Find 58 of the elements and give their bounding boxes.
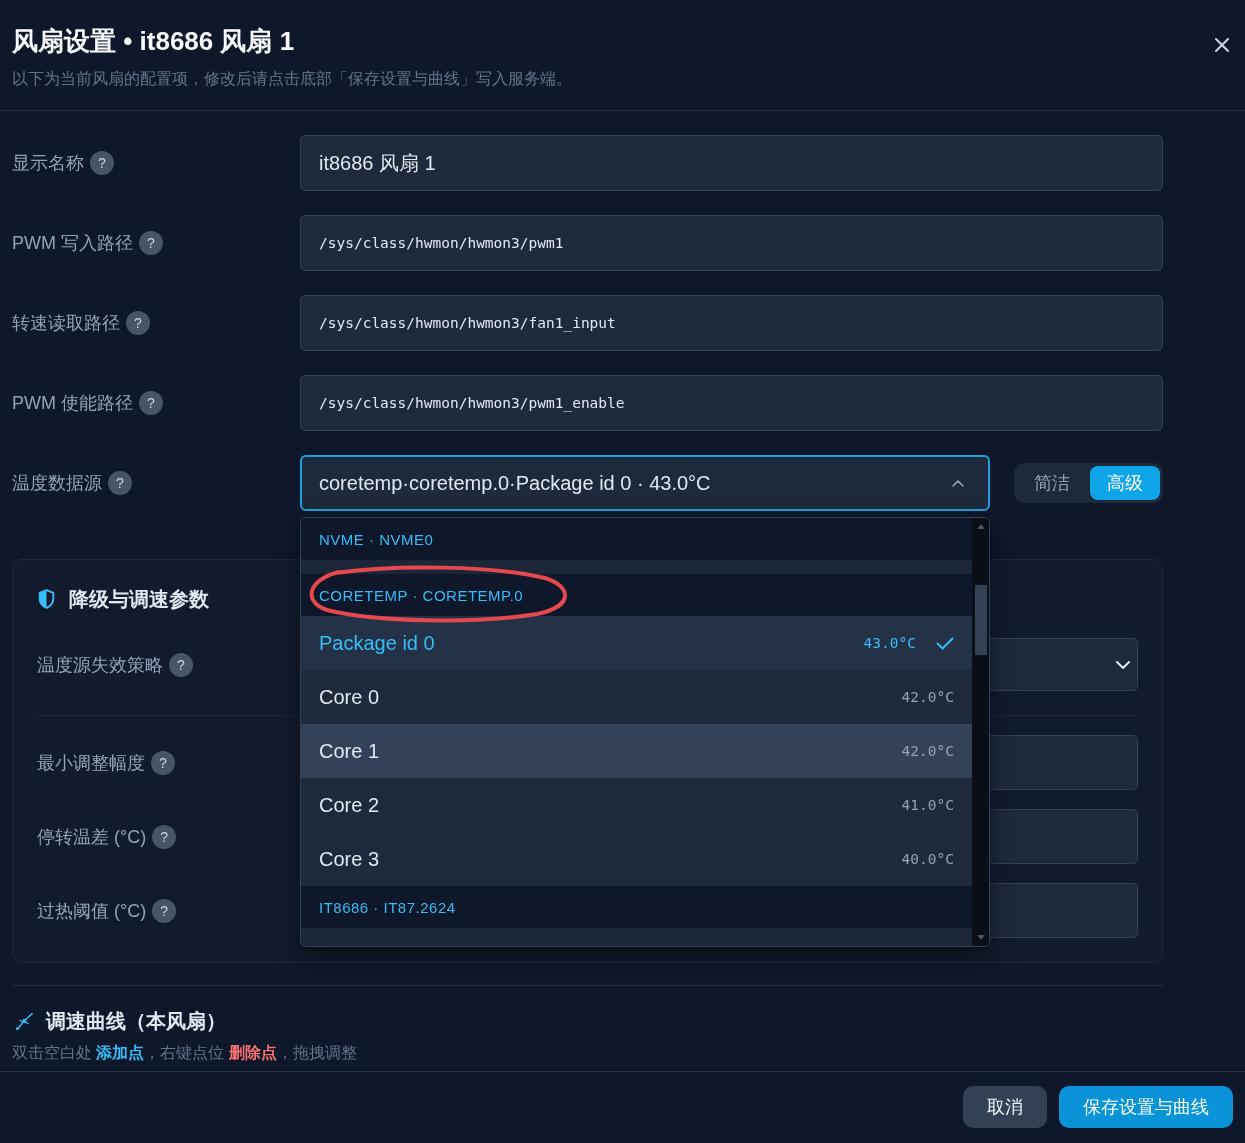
option-label: Package id 0	[319, 631, 436, 655]
dropdown-option[interactable]: Core 1 42.0°C	[301, 724, 972, 778]
text-field[interactable]: /sys/class/hwmon/hwmon3/pwm1	[300, 215, 1163, 271]
help-button[interactable]: ?	[152, 898, 177, 923]
close-icon	[1215, 38, 1229, 52]
scroll-up-icon[interactable]	[976, 524, 985, 529]
field-label: 温度源失效策略	[37, 653, 163, 677]
check-icon	[936, 636, 954, 650]
text-field[interactable]: /sys/class/hwmon/hwmon3/pwm1_enable	[300, 375, 1163, 431]
shield-icon	[38, 589, 55, 609]
field-label: 停转温差 (°C)	[37, 825, 147, 849]
option-reading: 40.0°C	[901, 851, 954, 867]
field-label: PWM 使能路径	[12, 392, 133, 415]
chevron-up-icon	[952, 479, 964, 487]
select-field[interactable]: coretemp·coretemp.0·Package id 0 · 43.0°C	[300, 455, 990, 511]
option-label: Core 0	[319, 685, 381, 709]
dropdown-option[interactable]: Package id 0 43.0°C	[301, 616, 972, 670]
field-label: PWM 写入路径	[12, 232, 133, 255]
help-button[interactable]: ?	[151, 750, 175, 775]
help-button[interactable]: ?	[139, 391, 163, 415]
save-button[interactable]: 保存设置与曲线	[1059, 1086, 1233, 1128]
help-button[interactable]: ?	[126, 311, 150, 335]
field-label: 显示名称	[12, 152, 84, 175]
option-label: Core 1	[319, 739, 381, 763]
option-reading: 42.0°C	[901, 743, 954, 759]
dropdown-option[interactable]: Core 0 42.0°C	[301, 670, 972, 724]
group-header: NVME · NVME0	[301, 518, 972, 560]
scrollbar-thumb[interactable]	[974, 585, 987, 655]
scrollbar-track[interactable]	[972, 518, 989, 946]
text-field[interactable]: it8686 风扇 1	[300, 135, 1163, 191]
card-title: 降级与调速参数	[69, 586, 209, 612]
help-button[interactable]: ?	[90, 151, 114, 175]
option-label: Core 3	[319, 847, 381, 871]
dialog-subtitle: 以下为当前风扇的配置项，修改后请点击底部「保存设置与曲线」写入服务端。	[12, 69, 572, 89]
field-label: 最小调整幅度	[37, 751, 145, 775]
help-button[interactable]: ?	[169, 652, 193, 677]
dropdown-option[interactable]: Core 2 41.0°C	[301, 778, 972, 832]
cancel-button[interactable]: 取消	[963, 1086, 1047, 1128]
dropdown-option[interactable]: Core 3 40.0°C	[301, 832, 972, 886]
dropdown-option[interactable]	[301, 560, 972, 574]
curve-hint: 双击空白处 添加点，右键点位 删除点，拖拽调整	[12, 1043, 358, 1063]
field-label: 温度数据源	[12, 472, 102, 495]
dialog-title: 风扇设置 • it8686 风扇 1	[12, 25, 296, 58]
field-label: 转速读取路径	[12, 312, 120, 335]
option-reading: 42.0°C	[901, 689, 954, 705]
chevron-down-icon	[1116, 660, 1130, 669]
scroll-down-icon[interactable]	[976, 935, 985, 940]
option-label: Core 2	[319, 793, 381, 817]
section-title: 调速曲线（本风扇）	[46, 1008, 226, 1034]
option-reading: 41.0°C	[901, 797, 954, 813]
curve-icon	[15, 1011, 34, 1031]
field-label: 过热阈值 (°C)	[37, 899, 147, 923]
option-reading: 43.0°C	[863, 635, 916, 651]
help-button[interactable]: ?	[139, 231, 163, 255]
help-button[interactable]: ?	[108, 471, 132, 495]
text-field[interactable]: /sys/class/hwmon/hwmon3/fan1_input	[300, 295, 1163, 351]
mode-tab[interactable]: 简洁	[1017, 466, 1087, 500]
help-button[interactable]: ?	[152, 824, 177, 849]
